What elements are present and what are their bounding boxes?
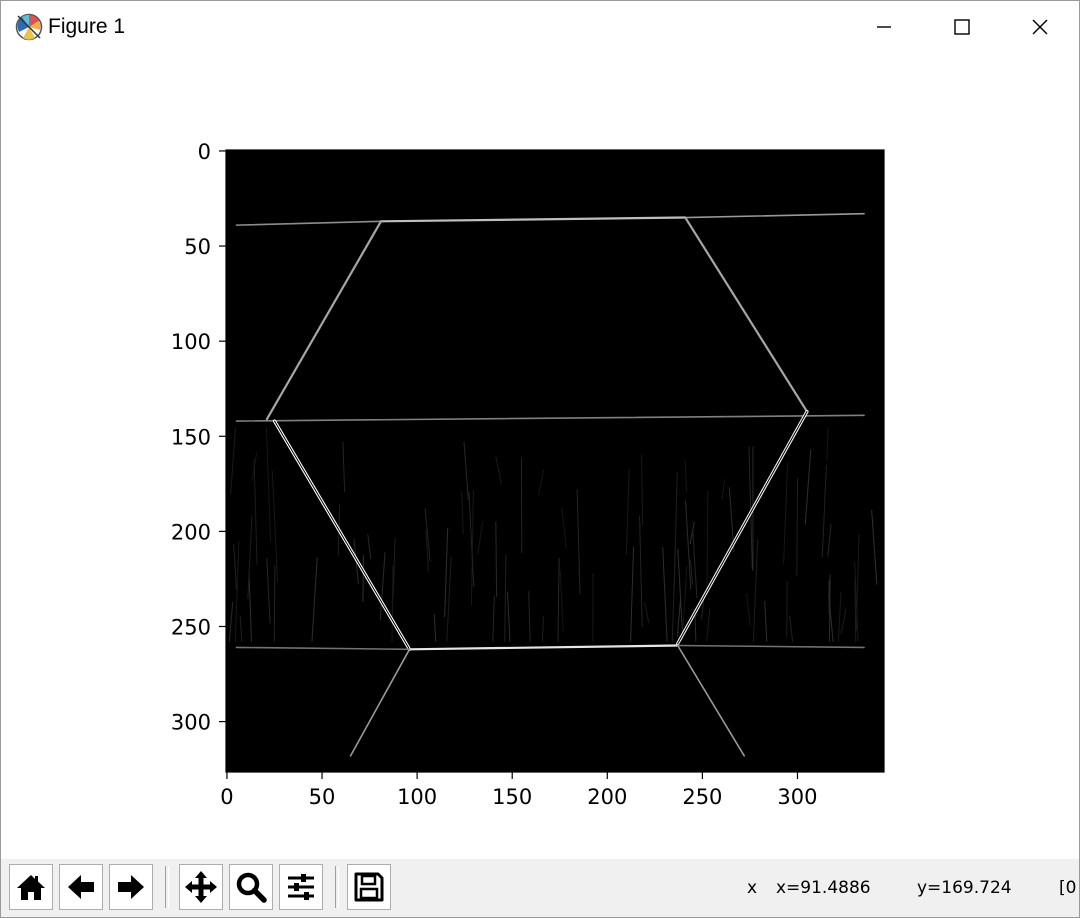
toolbar-separator bbox=[335, 866, 339, 908]
toolbar-separator bbox=[165, 866, 169, 908]
y-tick-label: 200 bbox=[171, 520, 211, 544]
arrow-right-icon bbox=[118, 875, 144, 899]
y-tick-label: 50 bbox=[184, 235, 211, 259]
cursor-x-value: x=91.4886 bbox=[776, 878, 871, 898]
x-tick-label: 50 bbox=[309, 785, 336, 809]
arrow-left-icon bbox=[68, 875, 94, 899]
x-tick-label: 0 bbox=[220, 785, 233, 809]
x-tick-label: 150 bbox=[492, 785, 532, 809]
y-tick-label: 300 bbox=[171, 711, 211, 735]
sliders-icon bbox=[288, 874, 314, 900]
cursor-data-value: [0 bbox=[1059, 878, 1077, 898]
configure-subplots-button[interactable] bbox=[279, 864, 323, 910]
y-tick-label: 100 bbox=[171, 330, 211, 354]
cursor-x-label: x bbox=[747, 878, 758, 898]
window-title: Figure 1 bbox=[48, 15, 126, 38]
floppy-disk-icon bbox=[354, 872, 384, 902]
figure-canvas[interactable]: 0 50 100 150 200 250 300 0 50 100 150 200 250 300 bbox=[1, 53, 1079, 859]
y-tick-label: 0 bbox=[198, 140, 211, 164]
close-icon bbox=[1032, 19, 1048, 35]
maximize-button[interactable] bbox=[923, 1, 1001, 53]
matplotlib-logo-icon bbox=[15, 13, 43, 41]
move-arrows-icon bbox=[185, 871, 217, 903]
back-button[interactable] bbox=[59, 864, 103, 910]
x-tick-label: 100 bbox=[397, 785, 437, 809]
y-tick-label: 250 bbox=[171, 615, 211, 639]
home-icon bbox=[17, 875, 45, 900]
title-bar[interactable]: Figure 1 bbox=[1, 1, 1079, 53]
navigation-toolbar: x x=91.4886 y=169.724 [0 bbox=[1, 859, 1079, 917]
image-plot[interactable]: 0 50 100 150 200 250 300 0 50 100 150 200 250 300 bbox=[1, 53, 1079, 859]
magnifier-icon bbox=[236, 872, 267, 903]
x-tick-label: 300 bbox=[777, 785, 817, 809]
zoom-button[interactable] bbox=[229, 864, 273, 910]
y-tick-label: 150 bbox=[171, 425, 211, 449]
maximize-icon bbox=[954, 19, 970, 35]
minimize-button[interactable] bbox=[845, 1, 923, 53]
close-button[interactable] bbox=[1001, 1, 1079, 53]
figure-window: Figure 1 0 50 100 150 200 250 300 0 50 100 150 200 2… bbox=[0, 0, 1080, 918]
home-button[interactable] bbox=[9, 864, 53, 910]
minimize-icon bbox=[877, 26, 891, 28]
pan-button[interactable] bbox=[179, 864, 223, 910]
forward-button[interactable] bbox=[109, 864, 153, 910]
x-tick-label: 250 bbox=[682, 785, 722, 809]
x-tick-label: 200 bbox=[587, 785, 627, 809]
image-background bbox=[226, 150, 884, 772]
cursor-y-value: y=169.724 bbox=[917, 878, 1012, 898]
save-button[interactable] bbox=[347, 864, 391, 910]
